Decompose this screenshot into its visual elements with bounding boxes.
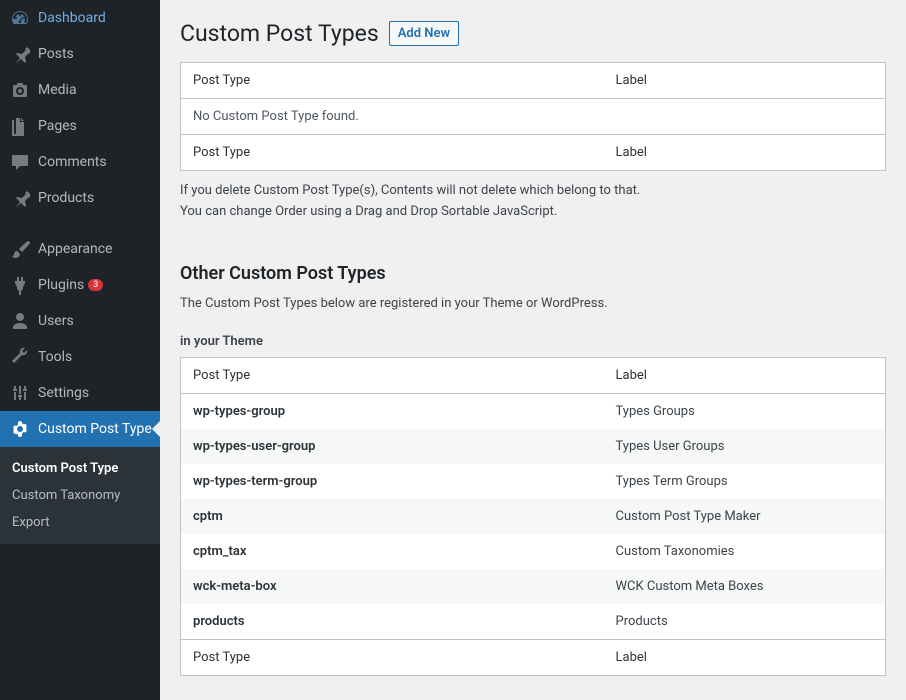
menu-item-pages[interactable]: Pages: [0, 108, 160, 144]
table-row: wck-meta-boxWCK Custom Meta Boxes: [181, 569, 886, 604]
table-row: productsProducts: [181, 604, 886, 640]
media-icon: [10, 80, 30, 100]
settings-icon: [10, 383, 30, 403]
in-your-theme-label: in your Theme: [180, 334, 886, 349]
menu-item-plugins[interactable]: Plugins3: [0, 267, 160, 303]
pin-icon: [10, 44, 30, 64]
brush-icon: [10, 239, 30, 259]
main-content: Custom Post Types Add New Post Type Labe…: [160, 0, 906, 700]
menu-item-users[interactable]: Users: [0, 303, 160, 339]
submenu-item-custom-post-type[interactable]: Custom Post Type: [0, 455, 160, 482]
other-types-desc: The Custom Post Types below are register…: [180, 294, 886, 315]
page-header: Custom Post Types Add New: [180, 0, 886, 62]
menu-item-settings[interactable]: Settings: [0, 375, 160, 411]
table-row: cptmCustom Post Type Maker: [181, 499, 886, 534]
table-row: wp-types-term-groupTypes Term Groups: [181, 464, 886, 499]
pin-icon: [10, 188, 30, 208]
plugin-icon: [10, 275, 30, 295]
empty-row: No Custom Post Type found.: [181, 99, 886, 135]
users-icon: [10, 311, 30, 331]
post-type-label: Products: [604, 604, 886, 640]
post-type-slug: products: [181, 604, 604, 640]
submenu: Custom Post TypeCustom TaxonomyExport: [0, 447, 160, 544]
submenu-item-export[interactable]: Export: [0, 509, 160, 536]
column-label-footer[interactable]: Label: [604, 640, 886, 676]
post-type-slug: wp-types-user-group: [181, 429, 604, 464]
post-type-label: Custom Post Type Maker: [604, 499, 886, 534]
menu-item-dashboard[interactable]: Dashboard: [0, 0, 160, 36]
post-type-label: Types Term Groups: [604, 464, 886, 499]
column-post-type-footer[interactable]: Post Type: [181, 135, 604, 171]
menu-item-posts[interactable]: Posts: [0, 36, 160, 72]
column-post-type-footer[interactable]: Post Type: [181, 640, 604, 676]
post-type-slug: cptm_tax: [181, 534, 604, 569]
dashboard-icon: [10, 8, 30, 28]
menu-item-products[interactable]: Products: [0, 180, 160, 216]
post-type-slug: wck-meta-box: [181, 569, 604, 604]
post-type-slug: wp-types-term-group: [181, 464, 604, 499]
admin-sidebar: DashboardPostsMediaPagesCommentsProducts…: [0, 0, 160, 700]
column-label[interactable]: Label: [604, 358, 886, 394]
post-type-label: Types Groups: [604, 394, 886, 430]
tools-icon: [10, 347, 30, 367]
post-type-label: Custom Taxonomies: [604, 534, 886, 569]
table-row: wp-types-user-groupTypes User Groups: [181, 429, 886, 464]
custom-post-types-table: Post Type Label No Custom Post Type foun…: [180, 62, 886, 171]
menu-item-custom-post-type[interactable]: Custom Post Type: [0, 411, 160, 447]
add-new-button[interactable]: Add New: [389, 21, 459, 46]
column-post-type[interactable]: Post Type: [181, 63, 604, 99]
menu-item-tools[interactable]: Tools: [0, 339, 160, 375]
delete-note: If you delete Custom Post Type(s), Conte…: [180, 181, 886, 223]
comments-icon: [10, 152, 30, 172]
other-types-heading: Other Custom Post Types: [180, 263, 886, 284]
post-type-label: WCK Custom Meta Boxes: [604, 569, 886, 604]
pages-icon: [10, 116, 30, 136]
table-row: wp-types-groupTypes Groups: [181, 394, 886, 430]
column-label-footer[interactable]: Label: [604, 135, 886, 171]
menu-item-comments[interactable]: Comments: [0, 144, 160, 180]
page-title: Custom Post Types: [180, 20, 379, 47]
menu-item-media[interactable]: Media: [0, 72, 160, 108]
table-row: cptm_taxCustom Taxonomies: [181, 534, 886, 569]
column-post-type[interactable]: Post Type: [181, 358, 604, 394]
post-type-slug: cptm: [181, 499, 604, 534]
theme-post-types-table: Post Type Label wp-types-groupTypes Grou…: [180, 357, 886, 676]
menu-item-appearance[interactable]: Appearance: [0, 231, 160, 267]
column-label[interactable]: Label: [604, 63, 886, 99]
gear-icon: [10, 419, 30, 439]
post-type-label: Types User Groups: [604, 429, 886, 464]
update-badge: 3: [88, 279, 103, 291]
post-type-slug: wp-types-group: [181, 394, 604, 430]
submenu-item-custom-taxonomy[interactable]: Custom Taxonomy: [0, 482, 160, 509]
